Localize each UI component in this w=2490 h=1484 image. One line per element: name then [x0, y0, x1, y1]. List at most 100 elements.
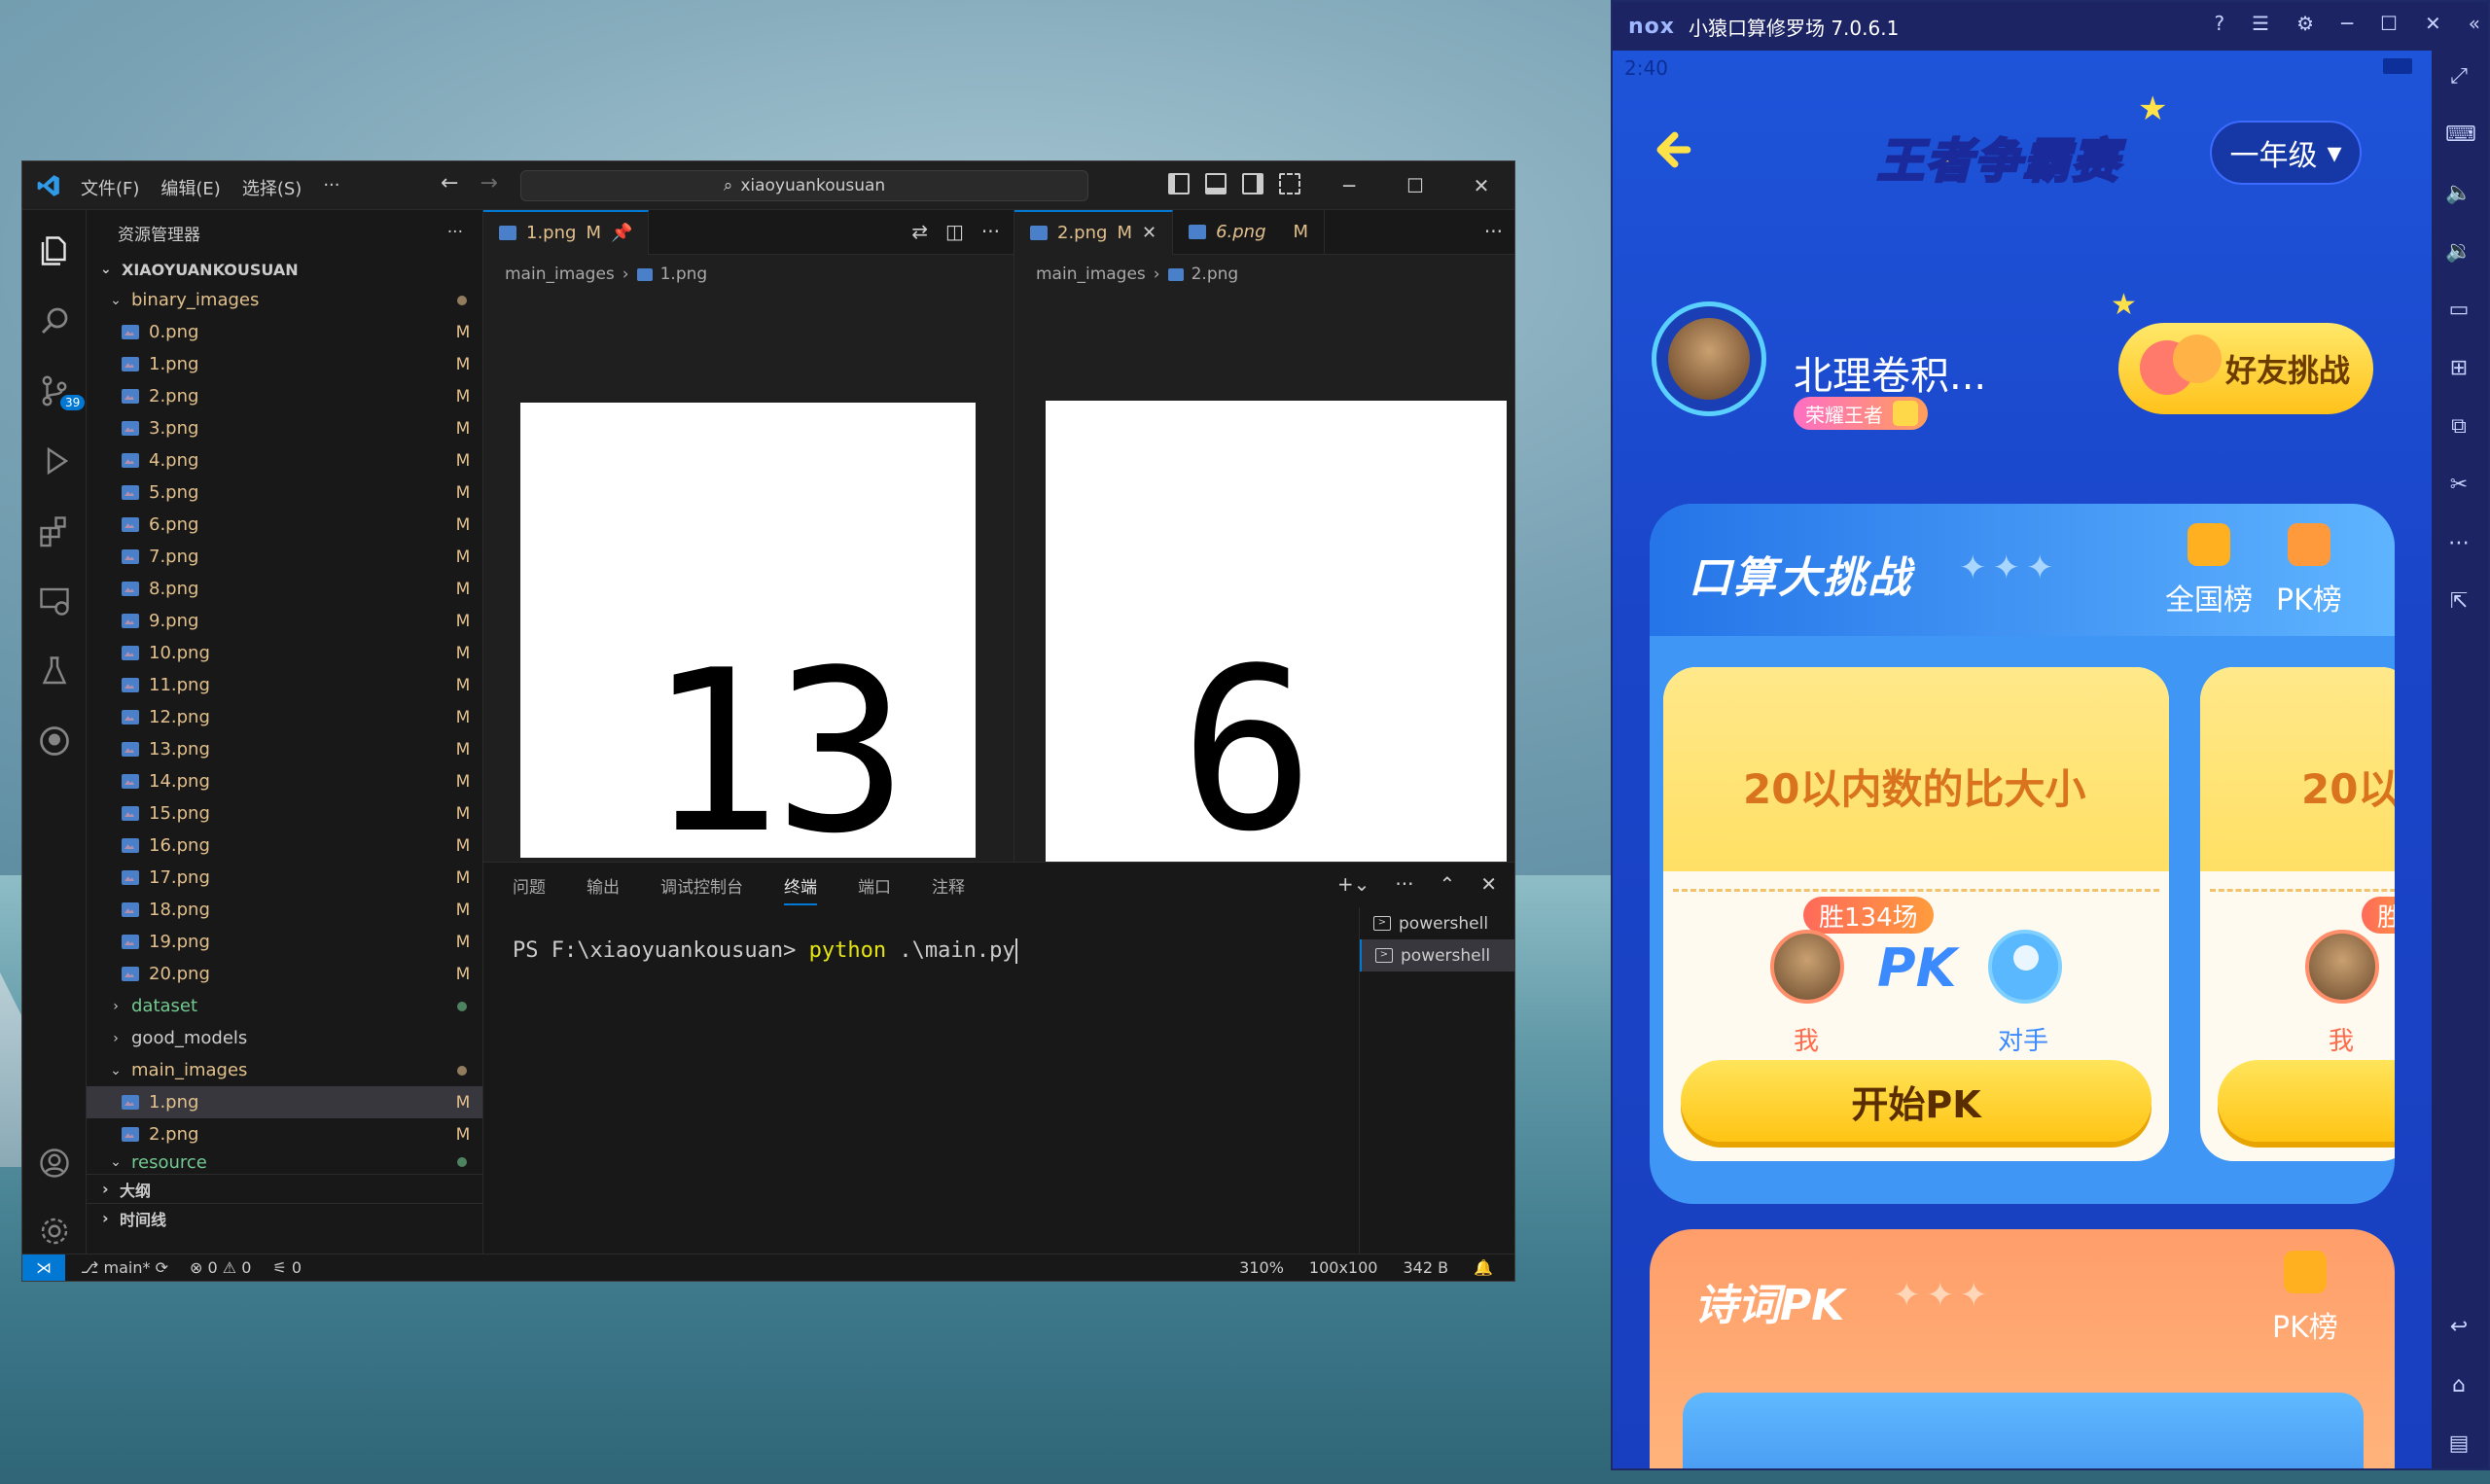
problems-status[interactable]: ⊗ 0 ⚠ 0: [190, 1258, 251, 1277]
workspace-root[interactable]: ⌄ XIAOYUANKOUSUAN: [87, 255, 482, 284]
explorer-more-button[interactable]: ···: [447, 223, 463, 242]
maximize-icon[interactable]: ☐: [2380, 12, 2398, 35]
customize-layout-icon[interactable]: [1279, 173, 1300, 194]
external-link-icon[interactable]: ⇱: [2445, 589, 2472, 617]
toggle-secondary-sidebar-icon[interactable]: [1242, 173, 1263, 194]
close-tab-icon[interactable]: ✕: [1142, 223, 1156, 243]
maximize-panel-icon[interactable]: ⌃: [1439, 872, 1455, 896]
folder-dataset[interactable]: › dataset: [87, 990, 482, 1022]
tab-comments[interactable]: 注释: [932, 873, 965, 898]
pk-leaderboard[interactable]: PK榜: [2272, 1251, 2338, 1346]
breadcrumb-file[interactable]: 2.png: [1192, 265, 1239, 284]
android-back-icon[interactable]: ↩: [2445, 1315, 2472, 1342]
file-binary-image[interactable]: 17.png M: [87, 862, 482, 894]
tab-1-png[interactable]: 1.png M 📌: [483, 209, 650, 255]
menu-edit[interactable]: 编辑(E): [160, 175, 220, 200]
open-changes-icon[interactable]: ⇄: [911, 220, 928, 243]
file-binary-image[interactable]: 6.png M: [87, 509, 482, 541]
file-binary-image[interactable]: 7.png M: [87, 541, 482, 573]
tab-6-png[interactable]: 6.png M: [1173, 209, 1326, 255]
pin-icon[interactable]: 📌: [611, 223, 632, 243]
source-control-icon[interactable]: 39: [35, 371, 86, 410]
tab-problems[interactable]: 问题: [513, 873, 546, 898]
fullscreen-icon[interactable]: ⤢: [2445, 64, 2472, 91]
back-arrow-icon[interactable]: [1652, 128, 1694, 171]
pk-leaderboard[interactable]: PK榜: [2276, 523, 2342, 618]
split-editor-icon[interactable]: ◫: [945, 220, 964, 243]
more-actions-icon[interactable]: ···: [981, 220, 1000, 243]
menu-selection[interactable]: 选择(S): [242, 175, 302, 200]
file-main-2-png[interactable]: 2.png M: [87, 1118, 482, 1150]
file-binary-image[interactable]: 18.png M: [87, 894, 482, 926]
breadcrumb-folder[interactable]: main_images: [1036, 265, 1146, 284]
tab-debug-console[interactable]: 调试控制台: [660, 873, 743, 898]
close-button[interactable]: ✕: [1448, 161, 1514, 210]
settings-gear-icon[interactable]: ⚙: [2296, 12, 2314, 35]
terminal-output[interactable]: PS F:\xiaoyuankousuan> python .\main.py: [513, 938, 1017, 964]
ports-status[interactable]: ⚟ 0: [272, 1258, 302, 1277]
close-panel-icon[interactable]: ✕: [1480, 872, 1497, 896]
file-binary-image[interactable]: 13.png M: [87, 733, 482, 765]
start-pk-button[interactable]: 开始PK: [1681, 1060, 2152, 1142]
file-binary-image[interactable]: 1.png M: [87, 348, 482, 380]
file-binary-image[interactable]: 8.png M: [87, 573, 482, 605]
command-center-search[interactable]: ⌕ xiaoyuankousuan: [520, 170, 1088, 201]
testing-icon[interactable]: [35, 652, 74, 690]
keyboard-icon[interactable]: ⌨: [2445, 123, 2476, 150]
screen-icon[interactable]: ▭: [2445, 298, 2472, 325]
outline-section[interactable]: › 大纲: [87, 1174, 482, 1203]
maximize-button[interactable]: ☐: [1382, 161, 1448, 210]
player-avatar[interactable]: [1652, 301, 1766, 416]
file-binary-image[interactable]: 15.png M: [87, 797, 482, 830]
terminal-item[interactable]: > powershell: [1360, 939, 1514, 972]
branch-status[interactable]: ⎇ main* ⟳: [81, 1258, 168, 1277]
minimize-icon[interactable]: ─: [2341, 12, 2353, 35]
github-icon[interactable]: [35, 722, 74, 760]
menu-file[interactable]: 文件(F): [81, 175, 139, 200]
run-debug-icon[interactable]: [35, 442, 74, 480]
terminal-item[interactable]: > powershell: [1360, 907, 1514, 939]
toggle-sidebar-icon[interactable]: [1168, 173, 1190, 194]
breadcrumb-folder[interactable]: main_images: [505, 265, 615, 284]
more-actions-icon[interactable]: ···: [1484, 220, 1503, 243]
new-terminal-icon[interactable]: +⌄: [1337, 872, 1370, 896]
volume-up-icon[interactable]: 🔈: [2445, 181, 2472, 208]
file-binary-image[interactable]: 9.png M: [87, 605, 482, 637]
menu-more[interactable]: ···: [323, 175, 339, 200]
volume-down-icon[interactable]: 🔉: [2445, 239, 2472, 266]
file-binary-image[interactable]: 20.png M: [87, 958, 482, 990]
tab-2-png[interactable]: 2.png M ✕: [1014, 209, 1174, 255]
extensions-icon[interactable]: [35, 512, 74, 550]
file-binary-image[interactable]: 3.png M: [87, 412, 482, 444]
multi-instance-icon[interactable]: ⧉: [2445, 414, 2472, 442]
zoom-status[interactable]: 310%: [1239, 1258, 1284, 1277]
settings-gear-icon[interactable]: [35, 1212, 74, 1251]
search-icon[interactable]: [35, 301, 74, 340]
android-home-icon[interactable]: ⌂: [2445, 1373, 2472, 1400]
friend-challenge-button[interactable]: 好友挑战: [2118, 323, 2373, 414]
file-binary-image[interactable]: 12.png M: [87, 701, 482, 733]
start-pk-button-clipped[interactable]: [2218, 1060, 2395, 1142]
timeline-section[interactable]: › 时间线: [87, 1203, 482, 1232]
folder-good-models[interactable]: › good_models: [87, 1022, 482, 1054]
more-icon[interactable]: ⋯: [2445, 531, 2472, 558]
file-binary-image[interactable]: 4.png M: [87, 444, 482, 477]
tab-ports[interactable]: 端口: [858, 873, 891, 898]
android-recents-icon[interactable]: ▤: [2445, 1431, 2472, 1459]
collapse-sidebar-icon[interactable]: «: [2469, 12, 2480, 35]
topic-card[interactable]: 20以内数的比大小 胜134场 PK 我 对手 开始PK: [1663, 667, 2169, 1161]
forward-arrow-icon[interactable]: →: [480, 171, 497, 195]
file-binary-image[interactable]: 2.png M: [87, 380, 482, 412]
minimize-button[interactable]: ─: [1316, 161, 1382, 210]
apk-install-icon[interactable]: ⊞: [2445, 356, 2472, 383]
file-binary-image[interactable]: 0.png M: [87, 316, 482, 348]
file-binary-image[interactable]: 14.png M: [87, 765, 482, 797]
file-binary-image[interactable]: 19.png M: [87, 926, 482, 958]
file-main-1-png[interactable]: 1.png M: [87, 1086, 482, 1118]
more-actions-icon[interactable]: ···: [1395, 872, 1413, 896]
tab-terminal[interactable]: 终端: [784, 873, 817, 905]
folder-binary-images[interactable]: ⌄ binary_images: [87, 284, 482, 316]
file-binary-image[interactable]: 10.png M: [87, 637, 482, 669]
folder-resource[interactable]: ⌄ resource: [87, 1150, 482, 1174]
back-arrow-icon[interactable]: ←: [441, 171, 458, 195]
